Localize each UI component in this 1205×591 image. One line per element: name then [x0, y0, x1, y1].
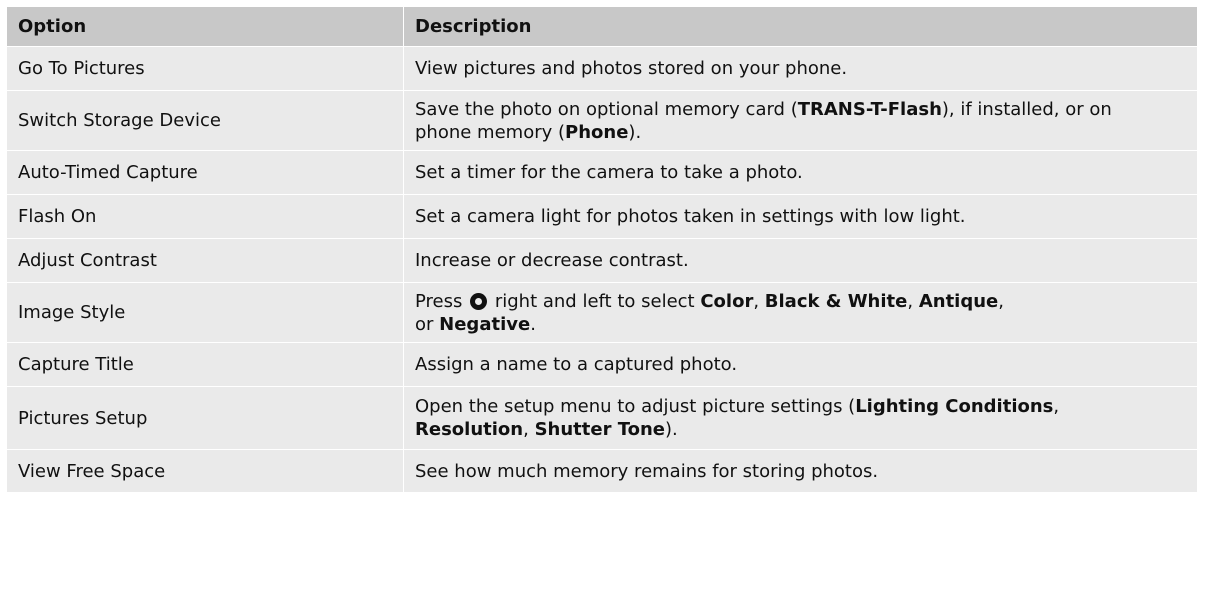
table-row: Go To Pictures View pictures and photos …	[6, 46, 1198, 91]
description-cell: Assign a name to a captured photo.	[403, 342, 1198, 387]
navigation-key-icon	[470, 292, 488, 310]
description-cell: Press right and left to select Color, Bl…	[403, 282, 1198, 343]
table-row: Pictures Setup Open the setup menu to ad…	[6, 386, 1198, 450]
table-row: Auto-Timed Capture Set a timer for the c…	[6, 150, 1198, 195]
option-cell: Go To Pictures	[6, 46, 404, 91]
description-cell: Save the photo on optional memory card (…	[403, 90, 1198, 151]
table-row: Switch Storage Device Save the photo on …	[6, 90, 1198, 151]
option-cell: Pictures Setup	[6, 386, 404, 450]
table-header-row: Option Description	[6, 6, 1198, 47]
table-row: Flash On Set a camera light for photos t…	[6, 194, 1198, 239]
table-row: Capture Title Assign a name to a capture…	[6, 342, 1198, 387]
description-cell: Open the setup menu to adjust picture se…	[403, 386, 1198, 450]
description-cell: Set a camera light for photos taken in s…	[403, 194, 1198, 239]
table-row: Image Style Press right and left to sele…	[6, 282, 1198, 343]
option-cell: Adjust Contrast	[6, 238, 404, 283]
options-table: Option Description Go To Pictures View p…	[6, 6, 1198, 493]
description-cell: Set a timer for the camera to take a pho…	[403, 150, 1198, 195]
description-cell: See how much memory remains for storing …	[403, 449, 1198, 493]
option-cell: View Free Space	[6, 449, 404, 493]
table-row: Adjust Contrast Increase or decrease con…	[6, 238, 1198, 283]
description-cell: Increase or decrease contrast.	[403, 238, 1198, 283]
option-column-header: Option	[6, 6, 404, 47]
option-cell: Flash On	[6, 194, 404, 239]
option-cell: Auto-Timed Capture	[6, 150, 404, 195]
option-cell: Switch Storage Device	[6, 90, 404, 151]
description-cell: View pictures and photos stored on your …	[403, 46, 1198, 91]
table-row: View Free Space See how much memory rema…	[6, 449, 1198, 493]
option-cell: Image Style	[6, 282, 404, 343]
description-column-header: Description	[403, 6, 1198, 47]
option-cell: Capture Title	[6, 342, 404, 387]
